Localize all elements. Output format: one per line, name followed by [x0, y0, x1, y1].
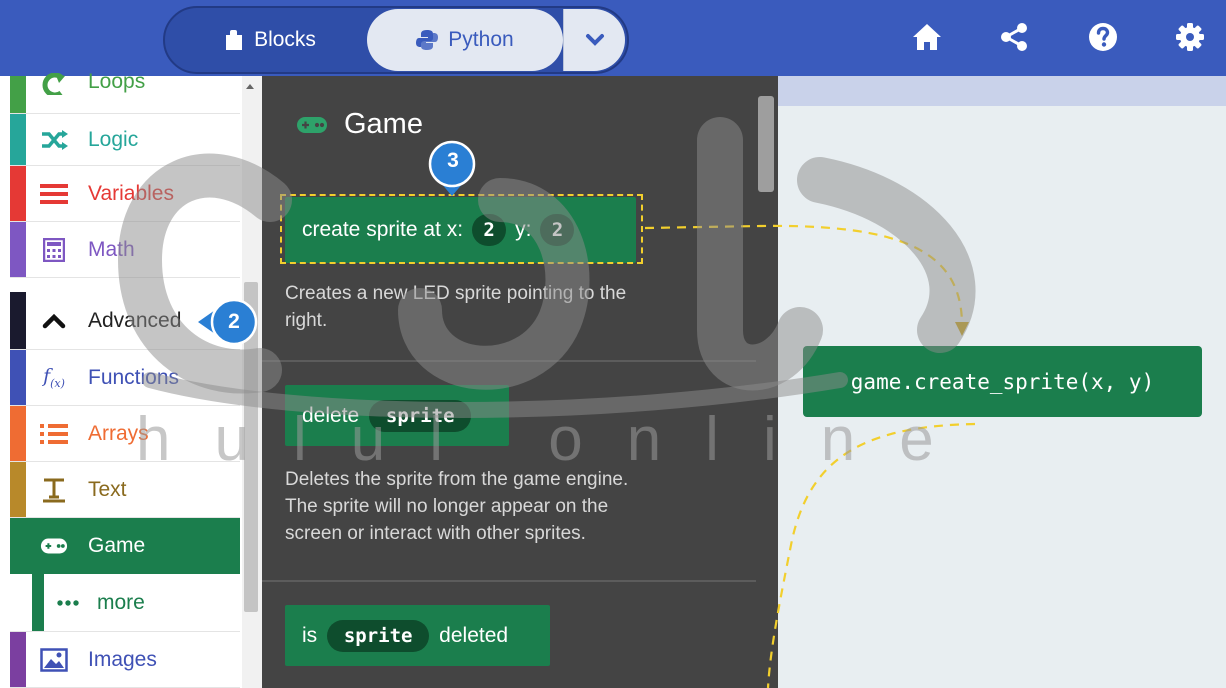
step-3-number: 3	[447, 149, 459, 172]
dashed-arrow-connector	[644, 224, 976, 688]
screenshot-root: Blocks Python Loops Logic Variables Math…	[0, 0, 1226, 688]
step-2-number: 2	[228, 310, 240, 333]
watermark-text: hulul online	[136, 405, 978, 474]
